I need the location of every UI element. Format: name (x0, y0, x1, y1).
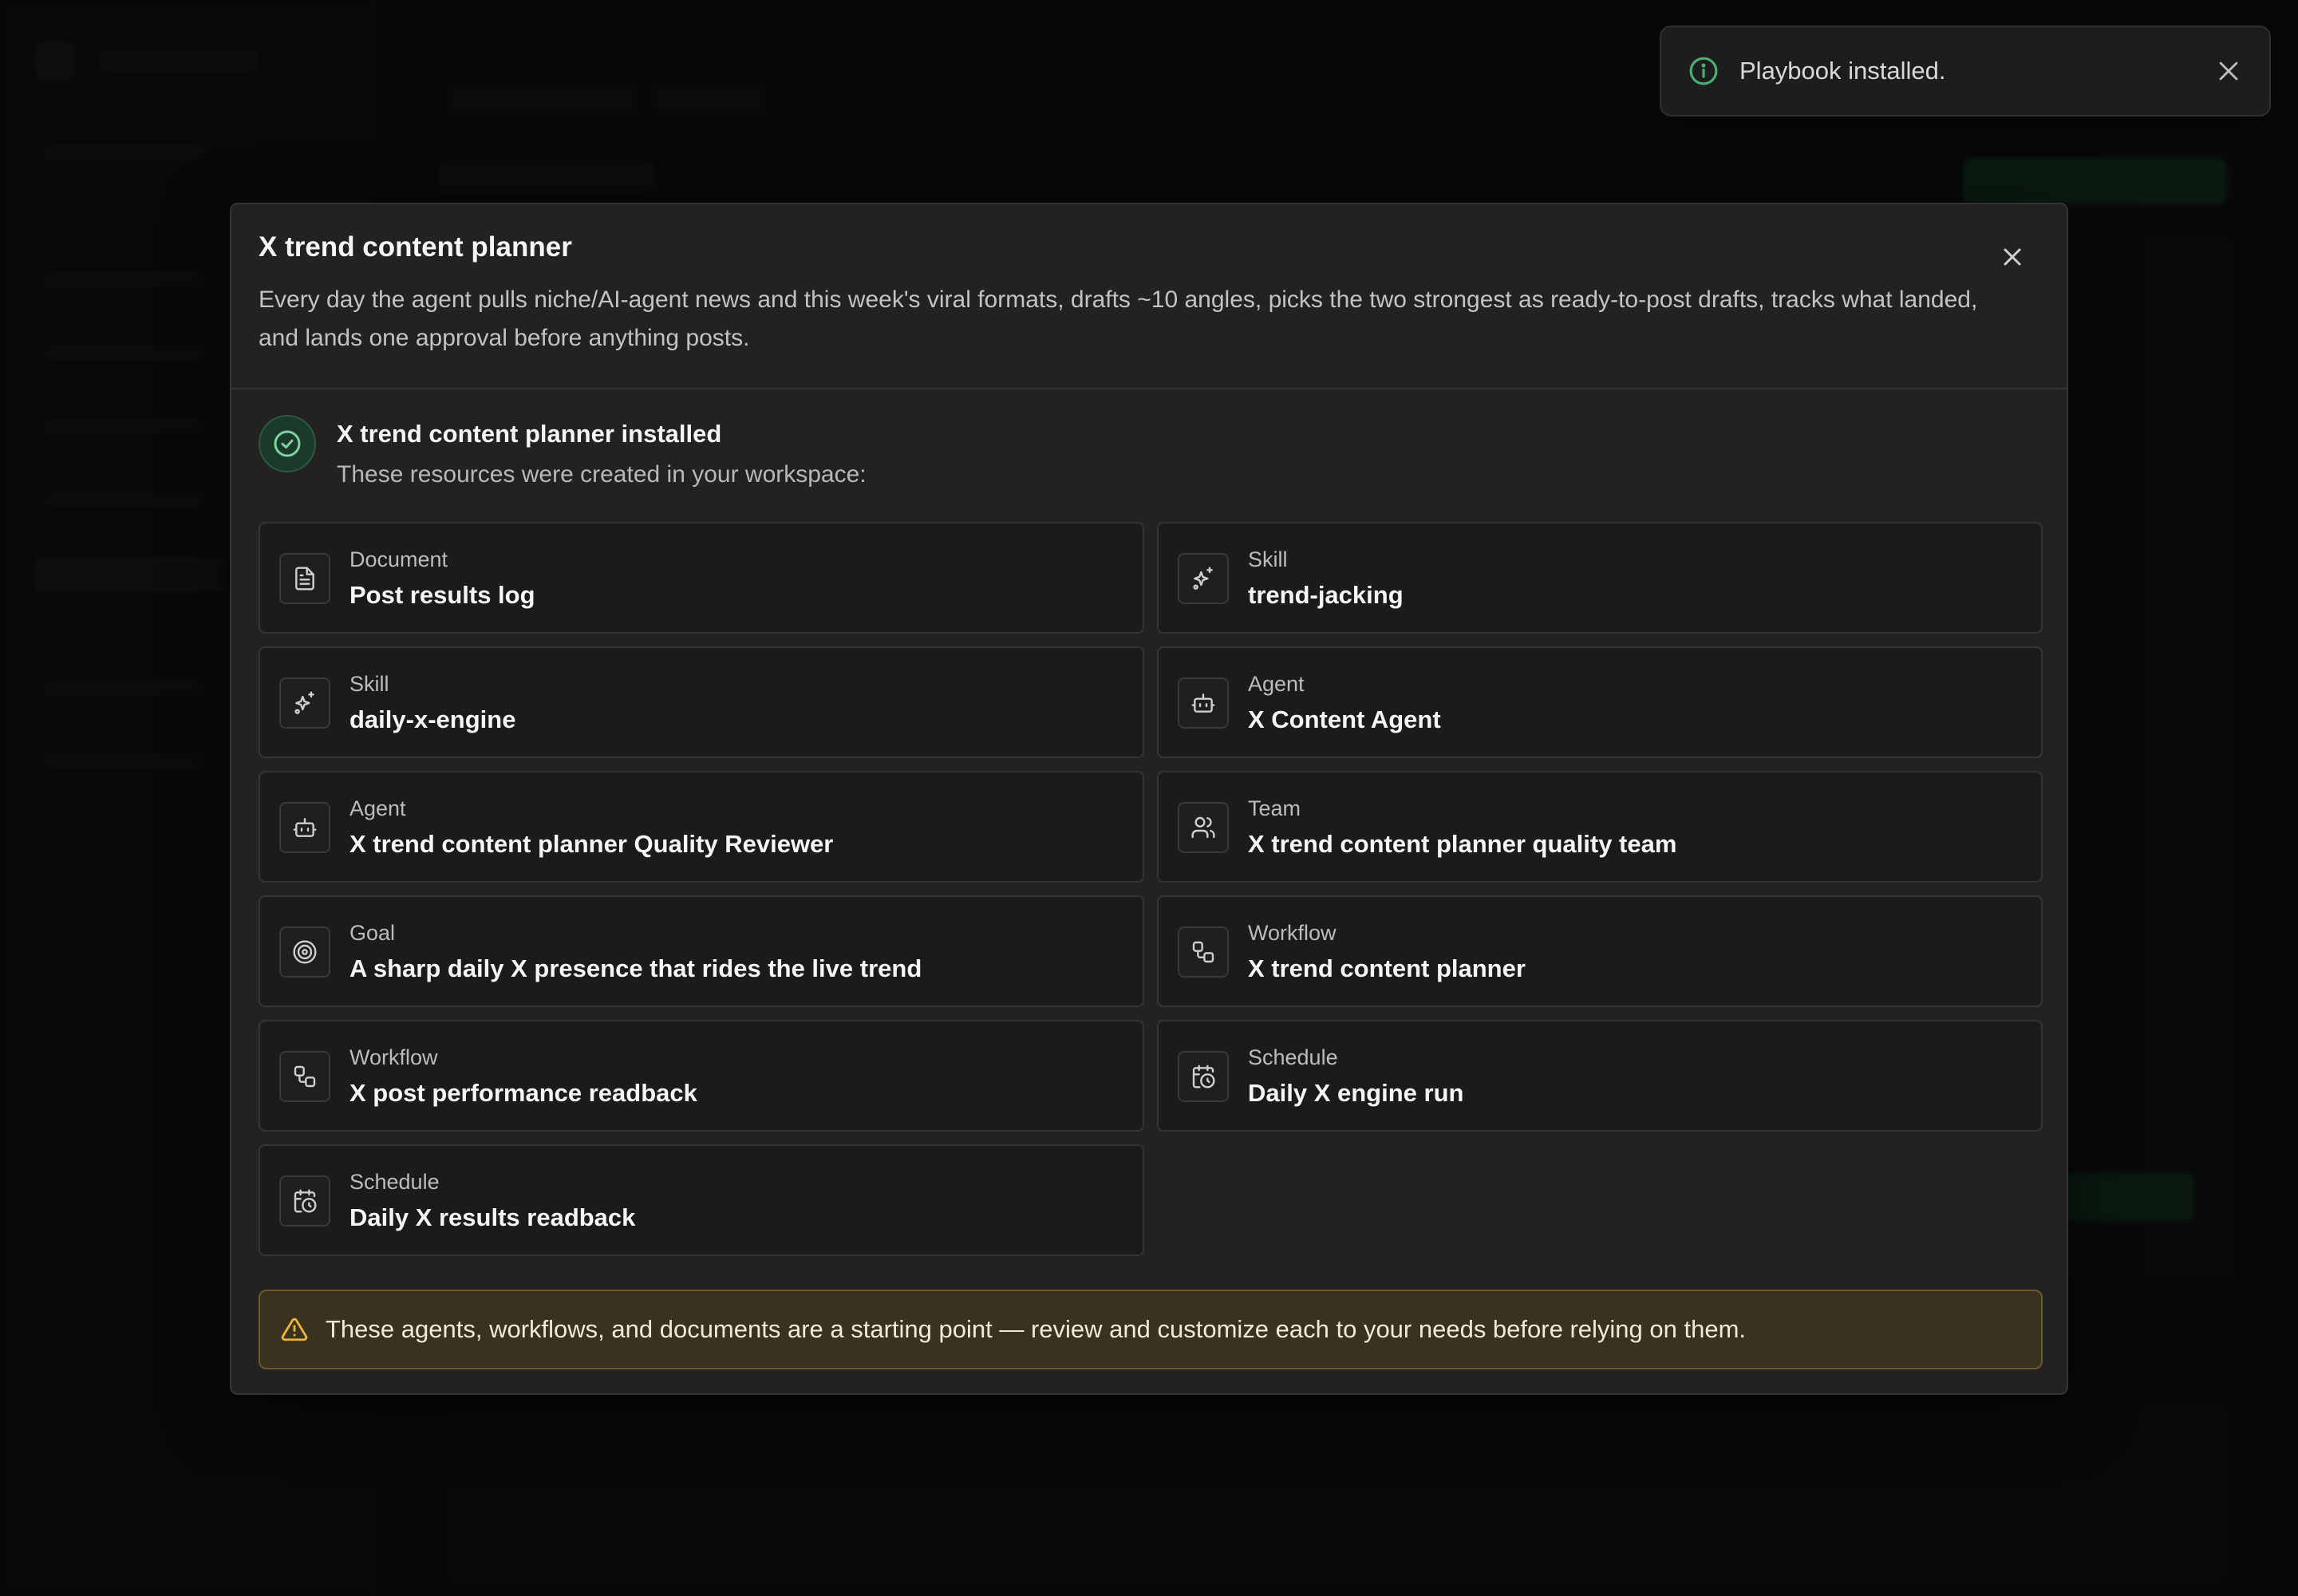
resource-card[interactable]: Skill daily-x-engine (259, 646, 1144, 758)
resource-card[interactable]: Workflow X post performance readback (259, 1020, 1144, 1132)
resource-type: Team (1248, 796, 1301, 820)
close-icon[interactable] (2215, 57, 2242, 85)
resource-name: Daily X engine run (1248, 1079, 1464, 1107)
sparkle-icon (279, 678, 330, 729)
resource-card[interactable]: Goal A sharp daily X presence that rides… (259, 895, 1144, 1007)
users-icon (1178, 802, 1229, 853)
resource-card[interactable]: Schedule Daily X results readback (259, 1144, 1144, 1256)
resource-type: Goal (349, 921, 396, 945)
resource-type: Agent (1248, 672, 1305, 696)
resource-name: X trend content planner (1248, 954, 1526, 982)
bot-icon (1178, 678, 1229, 729)
toast-message: Playbook installed. (1739, 57, 1946, 85)
resource-type: Workflow (349, 1045, 438, 1069)
resource-card[interactable]: Agent X trend content planner Quality Re… (259, 771, 1144, 883)
bot-icon (279, 802, 330, 853)
install-success-title: X trend content planner installed (337, 420, 722, 448)
resource-name: trend-jacking (1248, 581, 1404, 609)
resource-type: Workflow (1248, 921, 1337, 945)
resource-card[interactable]: Agent X Content Agent (1157, 646, 2043, 758)
resource-name: X trend content planner quality team (1248, 830, 1677, 858)
calendar-clock-icon (279, 1175, 330, 1227)
info-icon (1689, 57, 1718, 85)
workflow-icon (279, 1051, 330, 1102)
warning-icon (281, 1317, 308, 1341)
sparkle-icon (1178, 553, 1229, 604)
resource-type: Schedule (349, 1170, 440, 1194)
resource-card[interactable]: Document Post results log (259, 522, 1144, 634)
resource-card[interactable]: Team X trend content planner quality tea… (1157, 771, 2043, 883)
resource-type: Skill (349, 672, 389, 696)
resource-card[interactable]: Workflow X trend content planner (1157, 895, 2043, 1007)
resource-card[interactable]: Skill trend-jacking (1157, 522, 2043, 634)
dialog-description: Every day the agent pulls niche/AI-agent… (259, 286, 1978, 351)
install-success-subtitle: These resources were created in your wor… (337, 461, 867, 488)
resource-name: X trend content planner Quality Reviewer (349, 830, 834, 858)
resource-name: Post results log (349, 581, 535, 609)
calendar-clock-icon (1178, 1051, 1229, 1102)
resource-type: Agent (349, 796, 406, 820)
resource-card[interactable]: Schedule Daily X engine run (1157, 1020, 2043, 1132)
resource-type: Document (349, 547, 448, 571)
resource-type: Schedule (1248, 1045, 1338, 1069)
document-icon (279, 553, 330, 604)
resource-name: daily-x-engine (349, 705, 516, 733)
dialog-header: X trend content planner Every day the ag… (231, 204, 2067, 389)
install-success: X trend content planner installed These … (259, 415, 867, 488)
toast-notification: Playbook installed. (1660, 26, 2271, 117)
dialog-title: X trend content planner (259, 231, 572, 263)
resource-type: Skill (1248, 547, 1288, 571)
resource-name: X post performance readback (349, 1079, 697, 1107)
target-icon (279, 926, 330, 978)
workflow-icon (1178, 926, 1229, 978)
resource-name: X Content Agent (1248, 705, 1441, 733)
warning-banner: These agents, workflows, and documents a… (259, 1290, 2043, 1369)
warning-text: These agents, workflows, and documents a… (326, 1315, 1747, 1343)
resource-name: A sharp daily X presence that rides the … (349, 954, 922, 982)
close-icon[interactable] (1998, 243, 2027, 271)
resource-name: Daily X results readback (349, 1203, 636, 1231)
check-circle-icon (259, 415, 316, 472)
install-dialog: X trend content planner Every day the ag… (230, 203, 2068, 1395)
